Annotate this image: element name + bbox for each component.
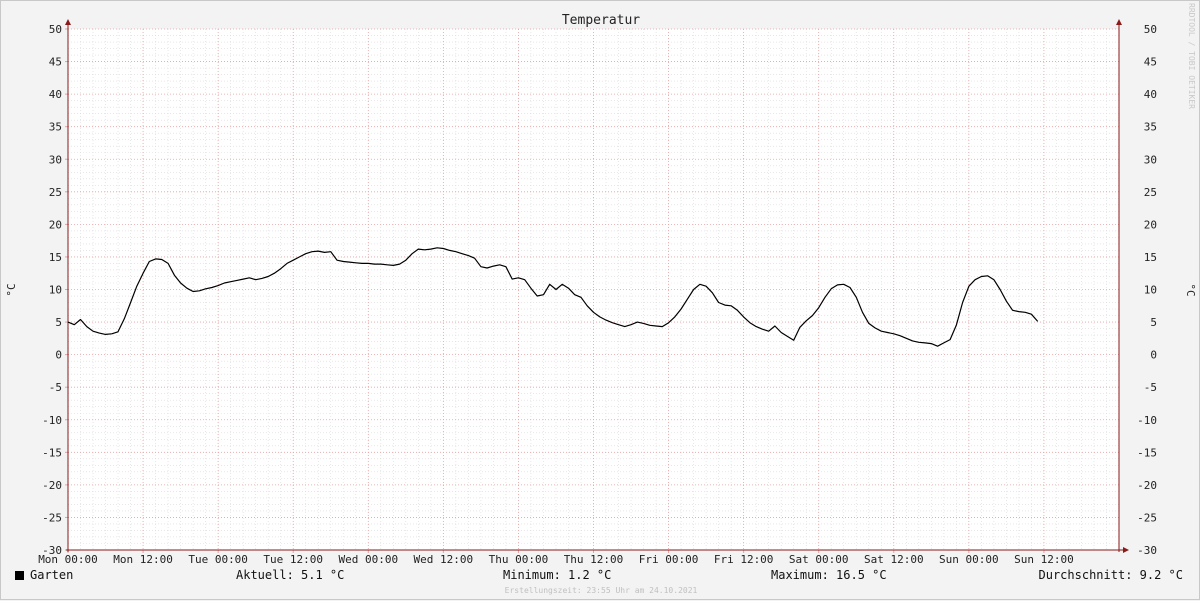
y-tick-label-right: 15: [1144, 251, 1157, 264]
y-axis-arrow-left: [65, 19, 71, 25]
rrdtool-watermark: RRDTOOL / TOBI OETIKER: [1187, 3, 1196, 109]
y-tick-label-right: 0: [1150, 349, 1157, 362]
y-tick-label-left: 40: [49, 88, 62, 101]
y-tick-label-left: 45: [49, 56, 62, 69]
y-tick-label-right: 25: [1144, 186, 1157, 199]
creation-time: Erstellungszeit: 23:55 Uhr am 24.10.2021: [504, 586, 698, 595]
y-tick-label-left: 15: [49, 251, 62, 264]
y-tick-label-left: -5: [49, 381, 62, 394]
x-axis-arrow: [1123, 547, 1129, 553]
legend-swatch: [15, 571, 24, 580]
chart-frame: 50 50 45 45 40 40 35 35 30 30 25 25 20 20 15 15 10 10 5 5 0 0…: [0, 0, 1200, 600]
legend-average: Durchschnitt: 9.2 °C: [1038, 568, 1184, 582]
x-tick-label: Sun 12:00: [1014, 553, 1074, 566]
y-axis-label-left: °C: [5, 283, 18, 296]
x-tick-label: Wed 12:00: [414, 553, 474, 566]
x-tick-label: Mon 12:00: [113, 553, 173, 566]
y-tick-label-right: -10: [1137, 414, 1157, 427]
y-tick-label-right: -5: [1144, 381, 1157, 394]
y-tick-label-right: 30: [1144, 153, 1157, 166]
y-tick-label-left: -20: [42, 479, 62, 492]
x-tick-label: Sat 00:00: [789, 553, 849, 566]
y-tick-label-left: -15: [42, 446, 62, 459]
y-tick-label-left: -10: [42, 414, 62, 427]
y-tick-label-left: -25: [42, 511, 62, 524]
y-tick-label-right: -25: [1137, 511, 1157, 524]
y-tick-label-right: 45: [1144, 56, 1157, 69]
y-tick-label-left: 25: [49, 186, 62, 199]
y-tick-label-left: 0: [55, 349, 62, 362]
x-tick-label: Tue 12:00: [263, 553, 323, 566]
x-tick-label: Fri 00:00: [639, 553, 699, 566]
x-tick-label: Thu 12:00: [564, 553, 624, 566]
legend-minimum: Minimum: 1.2 °C: [503, 568, 612, 582]
x-tick-label: Sun 00:00: [939, 553, 999, 566]
y-tick-label-left: 10: [49, 284, 62, 297]
x-tick-label: Mon 00:00: [38, 553, 98, 566]
y-tick-label-right: 20: [1144, 218, 1157, 231]
chart-title: Temperatur: [562, 13, 640, 28]
y-axis-label-right: °C: [1184, 283, 1197, 296]
y-axis-arrow-right: [1116, 19, 1122, 25]
x-tick-label: Fri 12:00: [714, 553, 774, 566]
x-tick-label: Sat 12:00: [864, 553, 924, 566]
legend-current: Aktuell: 5.1 °C: [236, 568, 345, 582]
x-tick-label: Tue 00:00: [188, 553, 248, 566]
y-tick-label-right: -30: [1137, 544, 1157, 557]
y-tick-label-left: 35: [49, 121, 62, 134]
x-tick-label: Thu 00:00: [489, 553, 549, 566]
legend-series: Garten: [15, 568, 73, 582]
y-tick-label-left: 50: [49, 23, 62, 36]
legend-maximum: Maximum: 16.5 °C: [771, 568, 887, 582]
y-tick-label-left: 30: [49, 153, 62, 166]
y-tick-label-right: 50: [1144, 23, 1157, 36]
y-tick-label-right: -20: [1137, 479, 1157, 492]
y-tick-label-right: 10: [1144, 284, 1157, 297]
legend-series-name: Garten: [30, 568, 74, 582]
temperature-chart: 50 5045 4540 4035 3530 3025 2520 2015 1510 105 50 0…: [5, 13, 1197, 566]
y-tick-label-left: 5: [55, 316, 62, 329]
y-tick-label-right: 35: [1144, 121, 1157, 134]
x-tick-label: Wed 00:00: [338, 553, 398, 566]
y-tick-label-left: 20: [49, 218, 62, 231]
y-tick-label-right: -15: [1137, 446, 1157, 459]
y-tick-label-right: 40: [1144, 88, 1157, 101]
y-tick-label-right: 5: [1150, 316, 1157, 329]
